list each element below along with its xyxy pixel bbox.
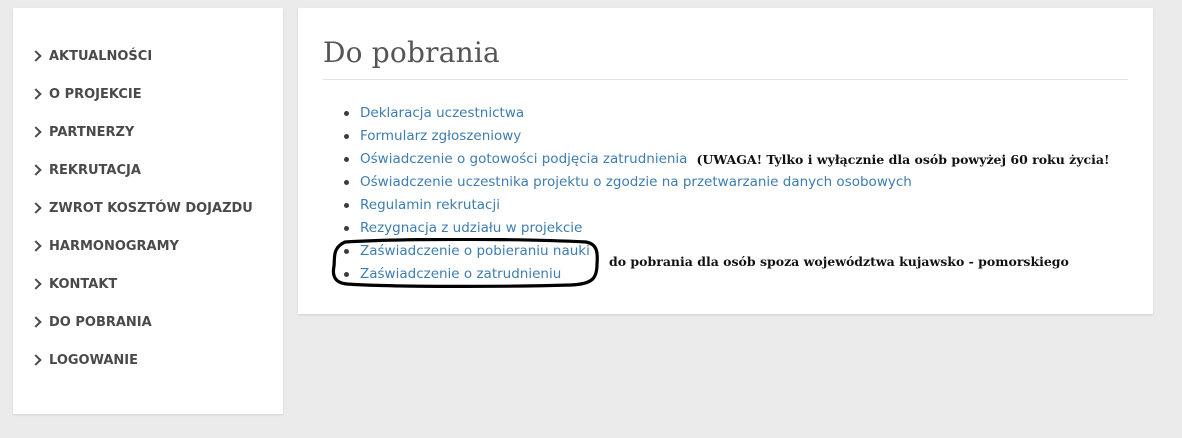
download-link-oswiadczenie-zgody[interactable]: Oświadczenie uczestnika projektu o zgodz… — [360, 174, 912, 190]
chevron-right-icon — [30, 316, 42, 328]
sidebar-item-harmonogramy[interactable]: HARMONOGRAMY — [30, 236, 179, 256]
chevron-right-icon — [30, 240, 42, 252]
sidebar-item-label: AKTUALNOŚCI — [49, 48, 153, 64]
list-item: Regulamin rekrutacji — [344, 195, 500, 215]
chevron-right-icon — [30, 202, 42, 214]
list-item: Rezygnacja z udziału w projekcie — [344, 218, 582, 238]
chevron-right-icon — [30, 126, 42, 138]
bullet-icon — [344, 225, 349, 231]
chevron-right-icon — [30, 354, 42, 366]
sidebar-item-label: REKRUTACJA — [49, 162, 141, 178]
list-item: Oświadczenie uczestnika projektu o zgodz… — [344, 172, 912, 192]
chevron-right-icon — [30, 278, 42, 290]
list-item: Oświadczenie o gotowości podjęcia zatrud… — [344, 149, 1109, 169]
outside-voivodeship-note: do pobrania dla osób spoza województwa k… — [609, 254, 1069, 269]
page-title: Do pobrania — [323, 36, 500, 69]
sidebar-item-o-projekcie[interactable]: O PROJEKCIE — [30, 84, 142, 104]
sidebar-item-label: ZWROT KOSZTÓW DOJAZDU — [49, 200, 253, 216]
download-link-formularz[interactable]: Formularz zgłoszeniowy — [360, 128, 521, 144]
sidebar-item-label: PARTNERZY — [49, 124, 135, 140]
download-link-oswiadczenie-gotowosci[interactable]: Oświadczenie o gotowości podjęcia zatrud… — [360, 151, 687, 167]
list-item: Deklaracja uczestnictwa — [344, 103, 524, 123]
sidebar-item-logowanie[interactable]: LOGOWANIE — [30, 350, 139, 370]
bullet-icon — [344, 202, 349, 208]
bullet-icon — [344, 133, 349, 139]
main-content: Do pobrania Deklaracja uczestnictwa Form… — [298, 8, 1153, 314]
sidebar-item-partnerzy[interactable]: PARTNERZY — [30, 122, 135, 142]
chevron-right-icon — [30, 88, 42, 100]
download-link-rezygnacja[interactable]: Rezygnacja z udziału w projekcie — [360, 220, 582, 236]
bullet-icon — [344, 110, 349, 116]
bullet-icon — [344, 156, 349, 162]
sidebar: AKTUALNOŚCI O PROJEKCIE PARTNERZY REKRUT… — [13, 8, 283, 414]
chevron-right-icon — [30, 50, 42, 62]
age-warning-note: (UWAGA! Tylko i wyłącznie dla osób powyż… — [696, 151, 1110, 167]
sidebar-item-label: DO POBRANIA — [49, 314, 152, 330]
download-link-deklaracja[interactable]: Deklaracja uczestnictwa — [360, 105, 524, 121]
sidebar-item-kontakt[interactable]: KONTAKT — [30, 274, 118, 294]
download-link-regulamin[interactable]: Regulamin rekrutacji — [360, 197, 500, 213]
sidebar-item-label: KONTAKT — [49, 276, 118, 292]
chevron-right-icon — [30, 164, 42, 176]
sidebar-item-label: LOGOWANIE — [49, 352, 139, 368]
sidebar-item-zwrot-kosztow-dojazdu[interactable]: ZWROT KOSZTÓW DOJAZDU — [30, 198, 253, 218]
bullet-icon — [344, 179, 349, 185]
title-divider — [323, 79, 1128, 80]
hand-drawn-ellipse-annotation — [331, 238, 599, 288]
sidebar-item-label: O PROJEKCIE — [49, 86, 142, 102]
sidebar-item-do-pobrania[interactable]: DO POBRANIA — [30, 312, 152, 332]
sidebar-item-rekrutacja[interactable]: REKRUTACJA — [30, 160, 141, 180]
sidebar-item-label: HARMONOGRAMY — [49, 238, 179, 254]
sidebar-item-aktualnosci[interactable]: AKTUALNOŚCI — [30, 46, 153, 66]
list-item: Formularz zgłoszeniowy — [344, 126, 521, 146]
